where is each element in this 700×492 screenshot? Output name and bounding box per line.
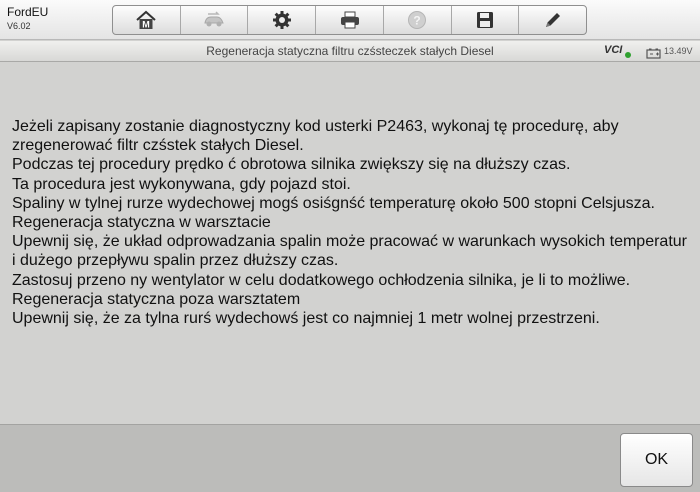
svg-text:M: M bbox=[143, 20, 151, 30]
vci-connected-icon bbox=[625, 52, 631, 58]
help-icon: ? bbox=[407, 10, 427, 30]
page-title: Regeneracja statyczna filtru czśsteczek … bbox=[206, 44, 494, 58]
gear-icon bbox=[272, 10, 292, 30]
edit-button[interactable] bbox=[519, 6, 586, 34]
vehicle-swap-icon bbox=[202, 11, 226, 29]
save-icon bbox=[475, 10, 495, 30]
app-version: V6.02 bbox=[7, 21, 31, 31]
help-button[interactable]: ? bbox=[384, 6, 452, 34]
description-line: Jeżeli zapisany zostanie diagnostyczny k… bbox=[12, 118, 619, 155]
save-button[interactable] bbox=[452, 6, 520, 34]
bottom-bar: OK bbox=[0, 424, 700, 492]
battery-voltage: 13.49V bbox=[664, 46, 693, 56]
description-line: Ta procedura jest wykonywana, gdy pojazd… bbox=[12, 175, 351, 193]
svg-text:?: ? bbox=[414, 14, 421, 28]
pencil-icon bbox=[543, 10, 563, 30]
app-name: FordEU bbox=[7, 5, 49, 19]
home-icon: M bbox=[135, 10, 157, 30]
ok-button[interactable]: OK bbox=[620, 433, 693, 487]
toolbar: M ? bbox=[112, 5, 587, 35]
printer-icon bbox=[339, 10, 361, 30]
description-line: Upewnij się, że za tylna rurś wydechowś … bbox=[12, 310, 600, 328]
description-line: Zastosuj przeno ny wentylator w celu dod… bbox=[12, 271, 631, 289]
app-info: FordEU V6.02 bbox=[7, 5, 48, 33]
top-bar: FordEU V6.02 M ? bbox=[0, 0, 700, 40]
title-bar: Regeneracja statyczna filtru czśsteczek … bbox=[0, 41, 700, 62]
description-line: Upewnij się, że układ odprowadzania spal… bbox=[12, 233, 687, 270]
section-heading: Regeneracja statyczna w warsztacie bbox=[12, 214, 271, 232]
settings-button[interactable] bbox=[248, 6, 317, 34]
procedure-description: Jeżeli zapisany zostanie diagnostyczny k… bbox=[12, 117, 692, 328]
vehicle-swap-button[interactable] bbox=[181, 6, 249, 34]
section-heading: Regeneracja statyczna poza warsztatem bbox=[12, 290, 301, 308]
home-button[interactable]: M bbox=[113, 6, 181, 34]
print-button[interactable] bbox=[316, 6, 384, 34]
description-line: Spaliny w tylnej rurze wydechowej mogś o… bbox=[12, 194, 655, 212]
vci-status: VCI bbox=[604, 44, 623, 56]
battery-icon bbox=[646, 46, 662, 64]
description-line: Podczas tej procedury prędko ć obrotowa … bbox=[12, 156, 571, 174]
